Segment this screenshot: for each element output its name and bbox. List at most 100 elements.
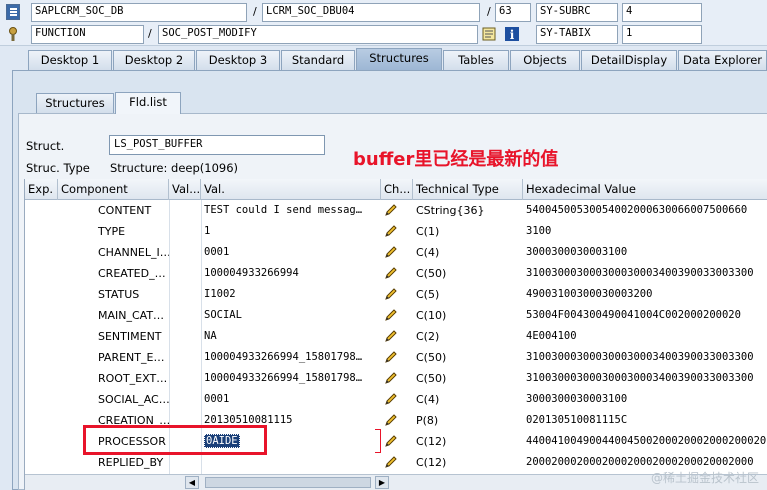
scroll-left-icon[interactable]: ◀ — [185, 476, 199, 489]
separator: / — [487, 5, 491, 18]
tab-desktop-3[interactable]: Desktop 3 — [196, 50, 280, 70]
program-field[interactable]: SAPLCRM_SOC_DB — [31, 3, 247, 22]
table-row[interactable]: PARENT_E… 100004933266994_15801798… C(50) 3… — [25, 347, 767, 368]
hex-value-cell: 53004F004300490041004C002000200020 — [526, 309, 741, 321]
table-row[interactable]: MAIN_CAT… SOCIAL C(10) 53004F00430049004100… — [25, 305, 767, 326]
event-name-field[interactable]: SOC_POST_MODIFY — [158, 25, 478, 44]
hex-value-cell: 310030003000300030003400390033003300 — [526, 267, 754, 279]
event-type-field[interactable]: FUNCTION — [31, 25, 144, 44]
tab-structures[interactable]: Structures — [356, 48, 442, 70]
col-val[interactable]: Val. — [201, 179, 381, 200]
component-cell: TYPE — [98, 225, 126, 238]
tab-desktop-1[interactable]: Desktop 1 — [28, 50, 112, 70]
edit-pencil-icon[interactable] — [384, 413, 398, 427]
source-code-icon[interactable] — [482, 26, 496, 42]
line-field[interactable]: 63 — [495, 3, 531, 22]
edit-pencil-icon[interactable] — [384, 350, 398, 364]
tab-objects[interactable]: Objects — [510, 50, 580, 70]
value-text: 0001 — [204, 393, 230, 405]
component-cell: SENTIMENT — [98, 330, 162, 343]
tab-standard[interactable]: Standard — [281, 50, 355, 70]
variable-value-field[interactable]: 1 — [622, 25, 702, 44]
value-cell[interactable]: 1 — [201, 221, 381, 242]
value-cell[interactable] — [201, 452, 381, 473]
tab-desktop-2[interactable]: Desktop 2 — [113, 50, 195, 70]
table-row[interactable]: TYPE 1 C(1) 3100 — [25, 221, 767, 242]
value-text: SOCIAL — [204, 309, 242, 321]
value-cell[interactable]: 0001 — [201, 389, 381, 410]
hex-value-cell: 310030003000300030003400390033003300 — [526, 372, 754, 384]
scroll-thumb[interactable] — [205, 477, 371, 488]
technical-type-cell: C(4) — [416, 246, 440, 259]
value-cell[interactable]: 100004933266994_15801798… — [201, 347, 381, 368]
program-icon — [6, 4, 20, 20]
table-row[interactable]: CONTENT TEST could I send messag… CString{… — [25, 200, 767, 221]
edit-pencil-icon[interactable] — [384, 245, 398, 259]
table-row[interactable]: CREATED_… 100004933266994 C(50) 31003000300… — [25, 263, 767, 284]
value-cell[interactable]: 100004933266994 — [201, 263, 381, 284]
hex-value-cell: 3000300030003100 — [526, 393, 628, 405]
program-row: SAPLCRM_SOC_DB / LCRM_SOC_DBU04 / 63 SY-… — [0, 2, 767, 23]
value-text: 100004933266994_15801798… — [204, 351, 363, 363]
edit-pencil-icon[interactable] — [384, 287, 398, 301]
component-cell: MAIN_CAT… — [98, 309, 165, 322]
edit-pencil-icon[interactable] — [384, 434, 398, 448]
edit-pencil-icon[interactable] — [384, 308, 398, 322]
table-row[interactable]: SENTIMENT NA C(2) 4E004100 — [25, 326, 767, 347]
component-cell: REPLIED_BY — [98, 456, 164, 469]
watermark: @稀土掘金技术社区 — [650, 471, 759, 485]
tab-detaildisplay[interactable]: DetailDisplay — [581, 50, 677, 70]
subtab-fld-list[interactable]: Fld.list — [115, 92, 181, 114]
component-cell: CREATED_… — [98, 267, 166, 280]
col-hex-value[interactable]: Hexadecimal Value — [523, 179, 767, 200]
variable-name-field[interactable]: SY-SUBRC — [536, 3, 618, 22]
tab-data-explorer[interactable]: Data Explorer — [678, 50, 767, 70]
edit-pencil-icon[interactable] — [384, 203, 398, 217]
edit-pencil-icon[interactable] — [384, 455, 398, 469]
technical-type-cell: C(50) — [416, 372, 447, 385]
annotation-text: buffer里已经是最新的值 — [353, 149, 559, 170]
grid-header: Exp. Component Val... Val. Ch... Technic… — [25, 179, 767, 200]
variable-name-field[interactable]: SY-TABIX — [536, 25, 618, 44]
table-row[interactable]: ROOT_EXT… 100004933266994_15801798… C(50) 3… — [25, 368, 767, 389]
edit-pencil-icon[interactable] — [384, 224, 398, 238]
subtab-structures[interactable]: Structures — [36, 93, 114, 113]
col-change[interactable]: Ch... — [381, 179, 413, 200]
edit-pencil-icon[interactable] — [384, 392, 398, 406]
value-cell[interactable]: TEST could I send messag… — [201, 200, 381, 221]
value-text: NA — [204, 330, 217, 342]
technical-type-cell: C(5) — [416, 288, 440, 301]
event-row: FUNCTION / SOC_POST_MODIFY i SY-TABIX 1 — [0, 24, 767, 45]
col-exp[interactable]: Exp. — [25, 179, 58, 200]
technical-type-cell: C(1) — [416, 225, 440, 238]
table-row[interactable]: CHANNEL_I… 0001 C(4) 3000300030003100 — [25, 242, 767, 263]
value-cell[interactable]: 0001 — [201, 242, 381, 263]
hex-value-cell: 3000300030003100 — [526, 246, 628, 258]
value-cell[interactable]: SOCIAL — [201, 305, 381, 326]
struct-name-input[interactable]: LS_POST_BUFFER — [109, 135, 325, 155]
col-component[interactable]: Component — [58, 179, 169, 200]
scroll-right-icon[interactable]: ▶ — [375, 476, 389, 489]
function-icon — [6, 26, 20, 42]
col-technical-type[interactable]: Technical Type — [413, 179, 523, 200]
svg-text:i: i — [510, 28, 515, 42]
edit-pencil-icon[interactable] — [384, 329, 398, 343]
col-val-short[interactable]: Val... — [169, 179, 201, 200]
hex-value-cell: 4E004100 — [526, 330, 577, 342]
component-cell: CONTENT — [98, 204, 152, 217]
main-tab-strip: Desktop 1 Desktop 2 Desktop 3 Standard S… — [0, 47, 767, 71]
struct-label: Struct. — [26, 139, 65, 153]
include-field[interactable]: LCRM_SOC_DBU04 — [262, 3, 480, 22]
table-row[interactable]: SOCIAL_AC… 0001 C(4) 3000300030003100 — [25, 389, 767, 410]
value-cell[interactable]: NA — [201, 326, 381, 347]
table-row[interactable]: STATUS I1002 C(5) 49003100300030003200 — [25, 284, 767, 305]
value-cell[interactable]: 100004933266994_15801798… — [201, 368, 381, 389]
info-icon[interactable]: i — [504, 26, 519, 42]
variable-value-field[interactable]: 4 — [622, 3, 702, 22]
value-cell[interactable]: I1002 — [201, 284, 381, 305]
separator: / — [253, 5, 257, 18]
technical-type-cell: P(8) — [416, 414, 439, 427]
tab-tables[interactable]: Tables — [443, 50, 509, 70]
edit-pencil-icon[interactable] — [384, 266, 398, 280]
edit-pencil-icon[interactable] — [384, 371, 398, 385]
